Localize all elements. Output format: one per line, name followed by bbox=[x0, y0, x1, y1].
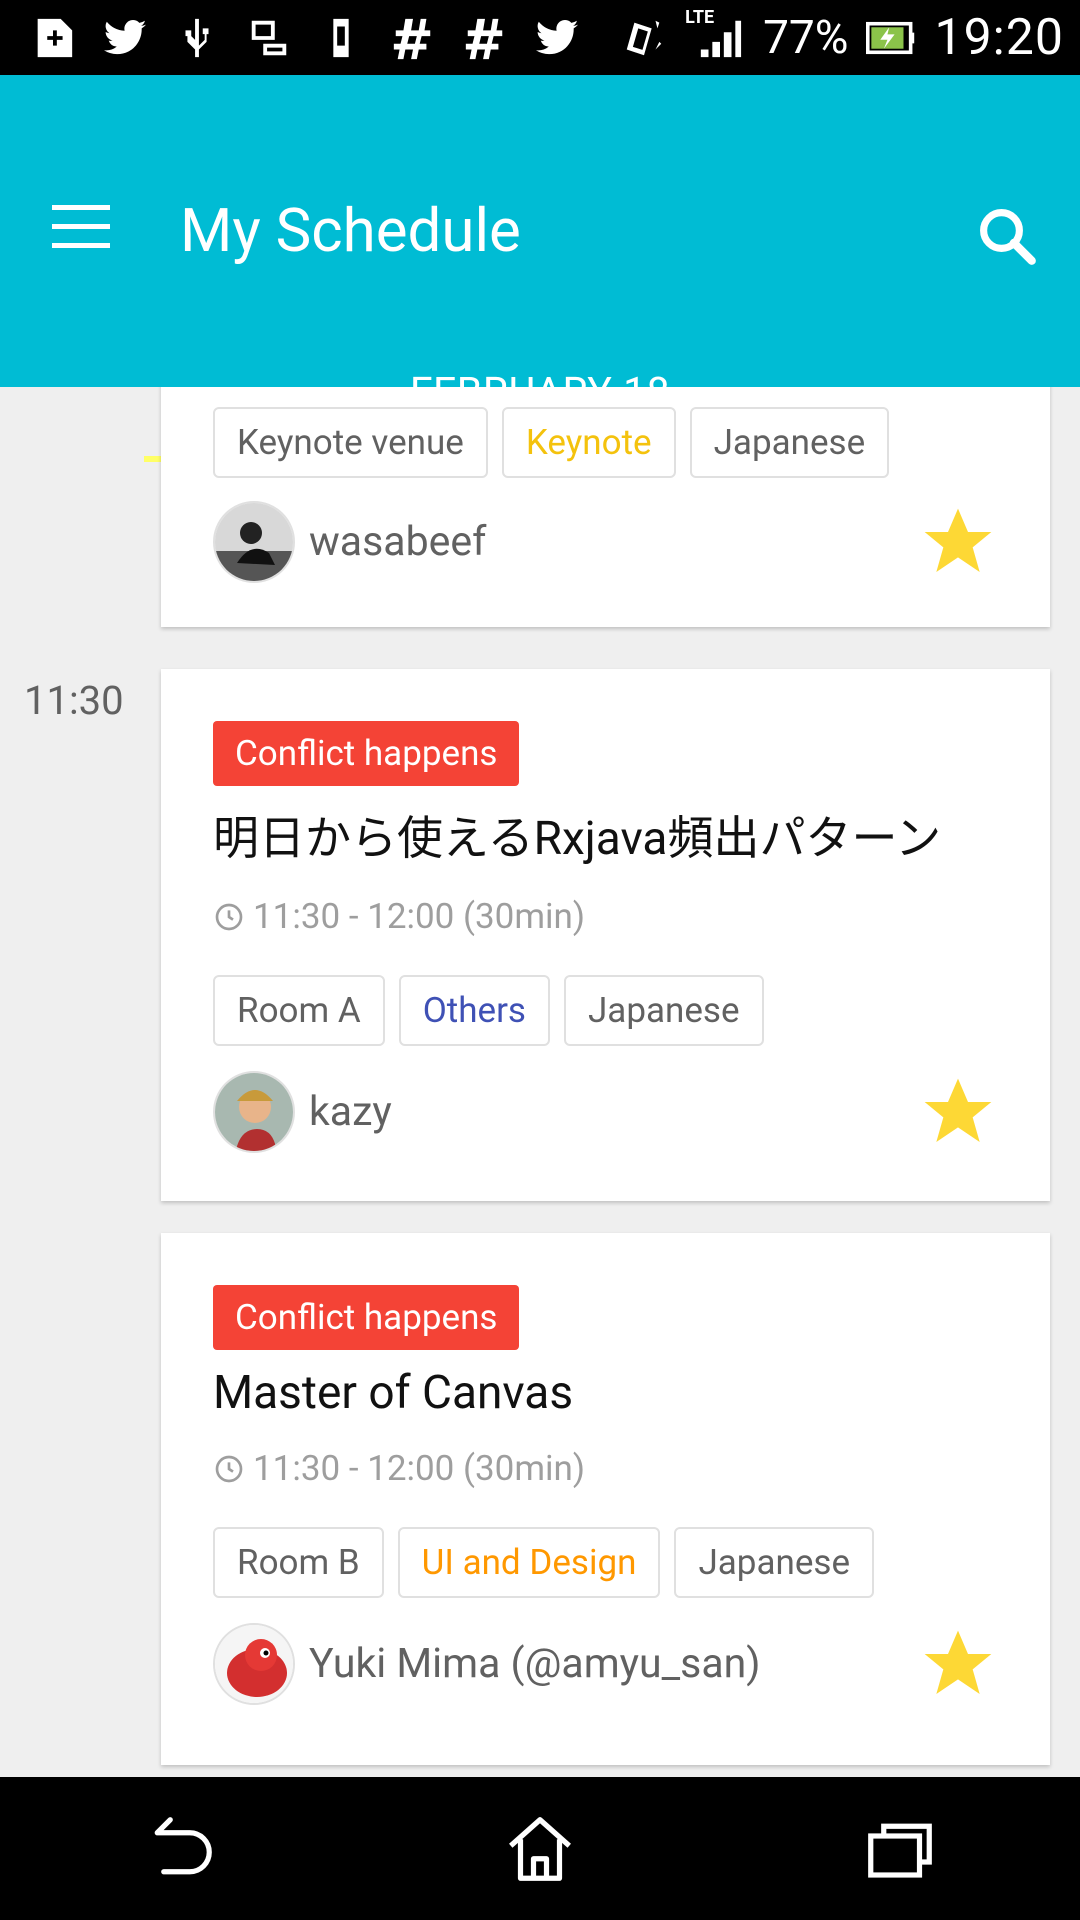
session-card[interactable]: Keynote venue Keynote Japanese wasabeef bbox=[161, 387, 1050, 627]
battery-percent: 77% bbox=[763, 10, 849, 65]
menu-icon[interactable] bbox=[52, 205, 116, 249]
time-slot-label: 11:30 bbox=[24, 677, 124, 724]
clock-icon bbox=[215, 1455, 243, 1482]
twitter-icon bbox=[534, 15, 580, 61]
tag-room: Room B bbox=[213, 1527, 384, 1598]
clock-icon bbox=[215, 903, 243, 930]
speaker-name: kazy bbox=[309, 1088, 392, 1136]
session-time: 11:30 - 12:00 (30min) bbox=[213, 1448, 998, 1489]
speaker-row: Yuki Mima (@amyu_san) bbox=[213, 1622, 998, 1706]
star-icon[interactable] bbox=[918, 502, 998, 582]
tag-category: Others bbox=[398, 975, 550, 1046]
avatar bbox=[213, 1623, 295, 1705]
speaker-name: wasabeef bbox=[309, 518, 487, 566]
speaker-row: kazy bbox=[213, 1070, 998, 1154]
tag-room: Room A bbox=[213, 975, 385, 1046]
schedule-list[interactable]: Keynote venue Keynote Japanese wasabeef … bbox=[0, 387, 1080, 1777]
speaker-name: Yuki Mima (@amyu_san) bbox=[309, 1640, 761, 1688]
vibrate-icon bbox=[621, 15, 667, 61]
session-time-text: 11:30 - 12:00 (30min) bbox=[253, 1448, 586, 1489]
back-icon[interactable] bbox=[130, 1799, 230, 1899]
tag-category: UI and Design bbox=[397, 1527, 661, 1598]
recent-apps-icon[interactable] bbox=[850, 1799, 950, 1899]
star-icon[interactable] bbox=[918, 1624, 998, 1704]
tag-list: Keynote venue Keynote Japanese bbox=[213, 407, 998, 478]
usb-icon bbox=[174, 15, 220, 61]
session-title: 明日から使えるRxjava頻出パターン bbox=[213, 812, 942, 866]
network-type-label: LTE bbox=[685, 6, 715, 28]
twitter-icon bbox=[102, 15, 148, 61]
hash-icon bbox=[390, 15, 436, 61]
tag-category: Keynote bbox=[501, 407, 676, 478]
tag-list: Room A Others Japanese bbox=[213, 975, 998, 1046]
speaker-row: wasabeef bbox=[213, 500, 998, 584]
session-time: 11:30 - 12:00 (30min) bbox=[213, 896, 998, 937]
star-icon[interactable] bbox=[918, 1072, 998, 1152]
tag-language: Japanese bbox=[674, 1527, 875, 1598]
session-title: Master of Canvas bbox=[213, 1366, 574, 1420]
phone-icon bbox=[318, 15, 364, 61]
search-icon[interactable] bbox=[974, 203, 1040, 269]
session-time-text: 11:30 - 12:00 (30min) bbox=[253, 896, 586, 937]
plus-icon bbox=[30, 15, 76, 61]
avatar bbox=[213, 1071, 295, 1153]
navigation-bar bbox=[0, 1777, 1080, 1920]
status-bar: LTE 77% 19:20 bbox=[0, 0, 1080, 75]
session-card[interactable]: Conflict happens Master of Canvas 11:30 … bbox=[161, 1233, 1050, 1765]
home-icon[interactable] bbox=[490, 1799, 590, 1899]
conflict-badge: Conflict happens bbox=[213, 1285, 520, 1350]
conflict-badge: Conflict happens bbox=[213, 721, 520, 786]
page-title: My Schedule bbox=[180, 195, 521, 266]
avatar bbox=[213, 501, 295, 583]
clock-time: 19:20 bbox=[934, 8, 1064, 67]
tag-room: Keynote venue bbox=[213, 407, 488, 478]
tag-language: Japanese bbox=[564, 975, 764, 1046]
screens-icon bbox=[246, 15, 292, 61]
session-card[interactable]: Conflict happens 明日から使えるRxjava頻出パターン 11:… bbox=[161, 669, 1050, 1201]
tag-language: Japanese bbox=[689, 407, 890, 478]
tag-list: Room B UI and Design Japanese bbox=[213, 1527, 998, 1598]
hash-icon bbox=[462, 15, 508, 61]
battery-charging-icon bbox=[866, 15, 916, 61]
signal-icon: LTE bbox=[685, 8, 745, 61]
app-bar: My Schedule FEBRUARY 18 bbox=[0, 75, 1080, 462]
